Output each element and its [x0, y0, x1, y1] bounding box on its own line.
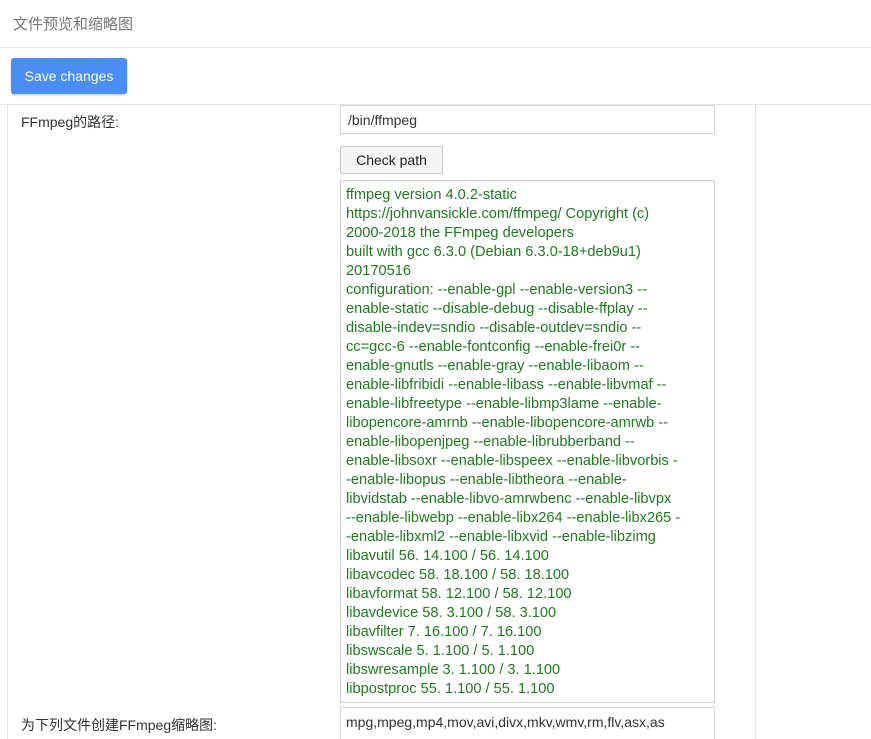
- output-line: libpostproc 55. 1.100 / 55. 1.100: [346, 681, 555, 697]
- output-line: libavdevice 58. 3.100 / 58. 3.100: [346, 605, 557, 621]
- output-line: libavutil 56. 14.100 / 56. 14.100: [346, 548, 549, 564]
- output-line: enable-libopenjpeg --enable-librubberban…: [346, 434, 635, 450]
- thumbnail-extensions-input[interactable]: mpg,mpeg,mp4,mov,avi,divx,mkv,wmv,rm,flv…: [340, 707, 715, 739]
- output-line: 2000-2018 the FFmpeg developers: [346, 225, 574, 241]
- ffmpeg-path-input[interactable]: [340, 105, 715, 134]
- output-line: https://johnvansickle.com/ffmpeg/ Copyri…: [346, 206, 650, 222]
- thumbnail-types-label: 为下列文件创建FFmpeg缩略图:: [21, 717, 218, 733]
- output-line: built with gcc 6.3.0 (Debian 6.3.0-18+de…: [346, 244, 641, 260]
- page-title: 文件预览和缩略图: [13, 16, 134, 33]
- output-line: enable-gnutls --enable-gray --enable-lib…: [346, 358, 644, 374]
- output-line: libavformat 58. 12.100 / 58. 12.100: [346, 586, 572, 602]
- check-path-button[interactable]: Check path: [340, 146, 443, 174]
- output-line: libopencore-amrnb --enable-libopencore-a…: [346, 415, 669, 431]
- output-line: -enable-libopus --enable-libtheora --ena…: [346, 472, 627, 488]
- output-line: libvidstab --enable-libvo-amrwbenc --ena…: [346, 491, 672, 507]
- output-line: libswresample 3. 1.100 / 3. 1.100: [346, 662, 561, 678]
- output-line: --enable-libwebp --enable-libx264 --enab…: [346, 510, 681, 526]
- save-changes-button[interactable]: Save changes: [11, 58, 127, 94]
- output-line: configuration: --enable-gpl --enable-ver…: [346, 282, 647, 298]
- output-line: libavfilter 7. 16.100 / 7. 16.100: [346, 624, 542, 640]
- output-line: enable-libfreetype --enable-libmp3lame -…: [346, 396, 662, 412]
- output-line: ffmpeg version 4.0.2-static: [346, 187, 517, 203]
- output-line: enable-libsoxr --enable-libspeex --enabl…: [346, 453, 678, 469]
- toolbar: Save changes: [0, 48, 871, 105]
- output-line: -enable-libxml2 --enable-libxvid --enabl…: [346, 529, 656, 545]
- output-line: libavcodec 58. 18.100 / 58. 18.100: [346, 567, 570, 583]
- output-line: cc=gcc-6 --enable-fontconfig --enable-fr…: [346, 339, 641, 355]
- page-header: 文件预览和缩略图: [0, 0, 871, 48]
- output-line: enable-libfribidi --enable-libass --enab…: [346, 377, 667, 393]
- output-line: disable-indev=sndio --disable-outdev=snd…: [346, 320, 642, 336]
- output-line: enable-static --disable-debug --disable-…: [346, 301, 648, 317]
- output-line: 20170516: [346, 263, 411, 279]
- ffmpeg-path-label: FFmpeg的路径:: [21, 114, 120, 130]
- ffmpeg-version-output: ffmpeg version 4.0.2-static https://johnv…: [340, 180, 715, 703]
- output-line: libswscale 5. 1.100 / 5. 1.100: [346, 643, 535, 659]
